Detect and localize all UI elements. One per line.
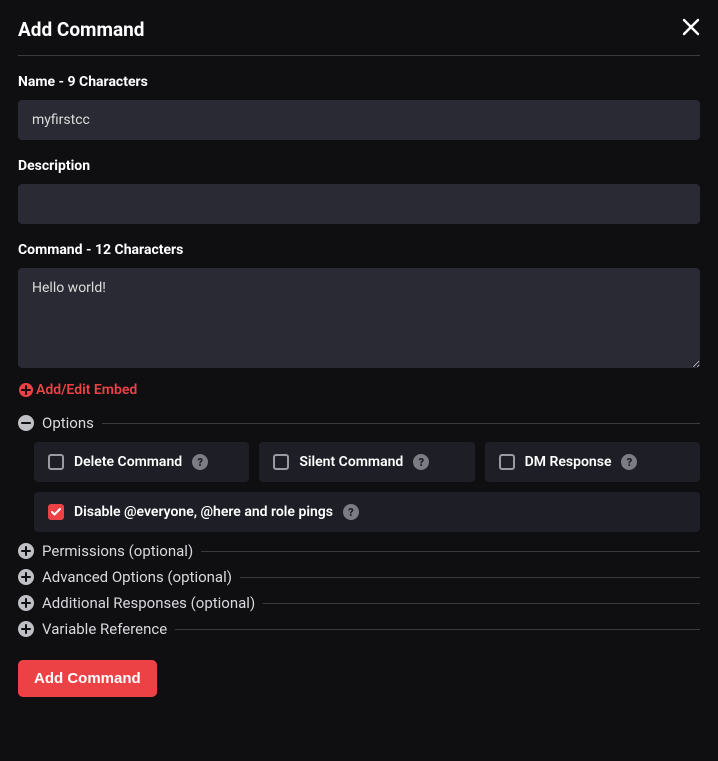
options-label: Options [42,414,94,432]
divider [201,551,700,552]
option-dm-response[interactable]: DM Response ? [485,442,700,482]
option-label: DM Response [525,454,612,470]
add-command-button[interactable]: Add Command [18,660,157,697]
plus-circle-icon [18,621,34,637]
help-icon[interactable]: ? [192,454,208,470]
plus-circle-icon [18,382,34,398]
modal-header: Add Command [18,18,700,56]
option-silent-command[interactable]: Silent Command ? [259,442,474,482]
modal-title: Add Command [18,18,144,41]
help-icon[interactable]: ? [621,454,637,470]
plus-circle-icon [18,543,34,559]
options-section-header[interactable]: Options [18,414,700,432]
checkbox-disable-pings[interactable] [48,504,64,520]
additional-section-header[interactable]: Additional Responses (optional) [18,594,700,612]
advanced-label: Advanced Options (optional) [42,568,232,586]
command-textarea[interactable] [18,268,700,368]
divider [263,603,700,604]
advanced-section-header[interactable]: Advanced Options (optional) [18,568,700,586]
option-label: Delete Command [74,454,182,470]
checkbox-silent-command[interactable] [273,454,289,470]
permissions-section-header[interactable]: Permissions (optional) [18,542,700,560]
name-label: Name - 9 Characters [18,74,700,90]
permissions-label: Permissions (optional) [42,542,193,560]
option-label: Disable @everyone, @here and role pings [74,504,333,520]
divider [175,629,700,630]
variable-section-header[interactable]: Variable Reference [18,620,700,638]
help-icon[interactable]: ? [343,504,359,520]
additional-label: Additional Responses (optional) [42,594,255,612]
checkbox-dm-response[interactable] [499,454,515,470]
command-label: Command - 12 Characters [18,242,700,258]
plus-circle-icon [18,569,34,585]
add-edit-embed-link[interactable]: Add/Edit Embed [18,382,137,398]
options-grid: Delete Command ? Silent Command ? DM Res… [34,442,700,532]
plus-circle-icon [18,595,34,611]
divider [102,423,700,424]
description-input[interactable] [18,184,700,224]
description-label: Description [18,158,700,174]
help-icon[interactable]: ? [413,454,429,470]
minus-circle-icon [18,415,34,431]
variable-label: Variable Reference [42,620,167,638]
option-disable-pings[interactable]: Disable @everyone, @here and role pings … [34,492,700,532]
option-delete-command[interactable]: Delete Command ? [34,442,249,482]
checkbox-delete-command[interactable] [48,454,64,470]
option-label: Silent Command [299,454,403,470]
name-input[interactable] [18,100,700,140]
embed-link-label: Add/Edit Embed [36,382,137,398]
divider [240,577,700,578]
close-icon[interactable] [682,18,700,41]
